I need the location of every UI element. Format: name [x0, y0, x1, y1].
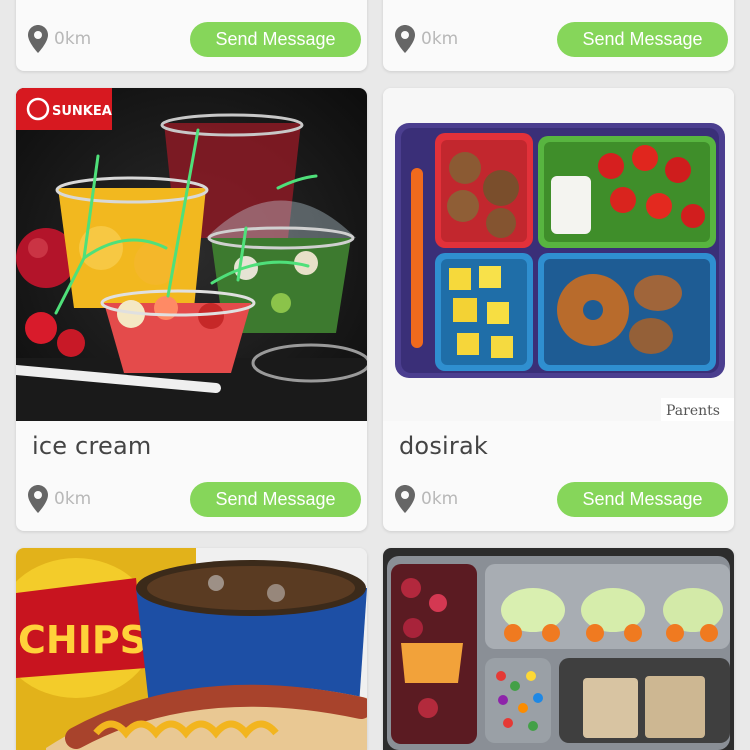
- send-message-button[interactable]: Send Message: [557, 22, 728, 57]
- location-pin-icon: [395, 25, 415, 53]
- product-card[interactable]: 0km Send Message: [383, 0, 734, 71]
- distance-label: 0km: [421, 489, 459, 509]
- product-title: dosirak: [399, 432, 488, 460]
- product-image[interactable]: CHIPS: [16, 548, 367, 750]
- send-message-button[interactable]: Send Message: [557, 482, 728, 517]
- product-card[interactable]: CHIPS: [16, 548, 367, 750]
- distance-row: 0km: [28, 25, 91, 53]
- product-image[interactable]: Parents: [383, 88, 734, 421]
- distance-row: 0km: [395, 485, 458, 513]
- send-message-button[interactable]: Send Message: [190, 482, 361, 517]
- product-card[interactable]: SUNKEA ice cream 0km Send Message: [16, 88, 367, 531]
- product-card[interactable]: Parents dosirak 0km Send Message: [383, 88, 734, 531]
- image-text: CHIPS: [18, 618, 147, 662]
- distance-label: 0km: [421, 29, 459, 49]
- product-title: ice cream: [32, 432, 152, 460]
- location-pin-icon: [395, 485, 415, 513]
- location-pin-icon: [28, 25, 48, 53]
- distance-label: 0km: [54, 489, 92, 509]
- product-image[interactable]: [383, 548, 734, 750]
- location-pin-icon: [28, 485, 48, 513]
- send-message-button[interactable]: Send Message: [190, 22, 361, 57]
- product-card[interactable]: 0km Send Message: [16, 0, 367, 71]
- distance-row: 0km: [28, 485, 91, 513]
- brand-badge: SUNKEA: [52, 104, 112, 119]
- product-image[interactable]: SUNKEA: [16, 88, 367, 421]
- product-card[interactable]: [383, 548, 734, 750]
- distance-label: 0km: [54, 29, 92, 49]
- watermark-text: Parents: [666, 403, 720, 419]
- distance-row: 0km: [395, 25, 458, 53]
